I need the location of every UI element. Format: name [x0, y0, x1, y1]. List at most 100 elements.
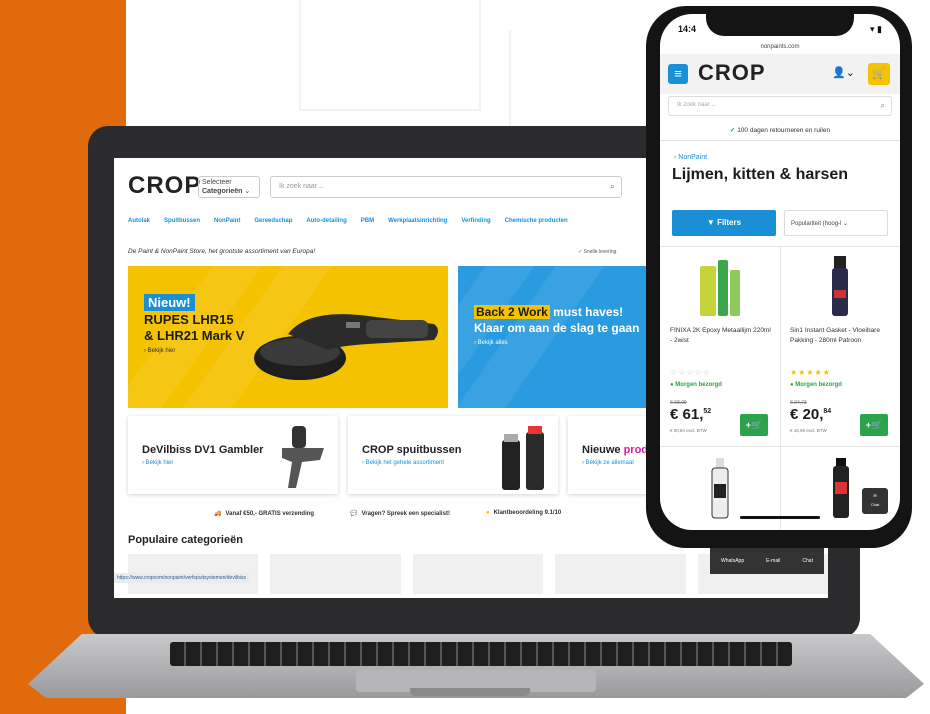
- price-excl: € 50,84 excl. BTW: [670, 428, 707, 433]
- price-int: € 20,: [790, 406, 824, 423]
- phone-screen: 14:4 ▾ ▮ nonpaints.com ≡ CROP 👤⌄ 🛒 Ik zo…: [660, 14, 900, 530]
- promo-card-devilbiss[interactable]: DeVilbiss DV1 Gambler › Bekijk hier: [128, 416, 338, 494]
- usp-top: ✓ Snelle levering: [578, 249, 617, 255]
- stock-text: Morgen bezorgd: [795, 382, 842, 388]
- chat-icon: ✉: [873, 493, 877, 498]
- usp-text: Vragen? Spreek een specialist!: [361, 511, 450, 517]
- filter-icon: ▼: [706, 218, 718, 227]
- product-image: [832, 256, 848, 316]
- rating-icon: ●: [485, 510, 490, 516]
- price-dec: 84: [823, 408, 832, 415]
- stock-status: ● Morgen bezorgd: [670, 382, 722, 388]
- product-card[interactable]: FINIXA 2K Epoxy Metaallijm 220ml - 2wist…: [660, 248, 780, 446]
- nav-item[interactable]: Auto-detailing: [306, 218, 346, 232]
- add-to-cart-button[interactable]: +🛒: [860, 414, 888, 436]
- sort-value: Populariteit (hoog-l: [791, 221, 842, 227]
- banner-title-line: & LHR21 Mark V: [144, 328, 245, 343]
- chat-button[interactable]: Chat: [802, 558, 813, 564]
- category-select-value: Categorieën: [202, 188, 243, 195]
- cart-icon[interactable]: 🛒: [868, 63, 890, 85]
- banner-highlight: Back 2 Work: [474, 305, 550, 319]
- banner-title-line: Klaar om aan de slag te gaan: [474, 321, 640, 335]
- stock-status: ● Morgen bezorgd: [790, 382, 842, 388]
- returns-usp: ✓ 100 dagen retourneren en ruilen: [660, 126, 900, 134]
- polisher-image: [254, 314, 438, 380]
- phone-notch: [706, 6, 854, 36]
- rating-stars: ★★★★★: [790, 368, 831, 377]
- product-image: [700, 260, 740, 316]
- site-logo[interactable]: CROP: [128, 172, 201, 200]
- popular-heading: Populaire categorieën: [128, 534, 243, 546]
- promo-card-link[interactable]: › Bekijk hier: [142, 460, 173, 466]
- promo-card-link[interactable]: › Bekijk het gehele assortiment: [362, 460, 444, 466]
- promo-card-title-a: Nieuwe: [582, 444, 624, 456]
- email-button[interactable]: E-mail: [766, 558, 780, 564]
- banner-title: Back 2 Work must haves! Klaar om aan de …: [474, 304, 639, 336]
- search-placeholder: Ik zoek naar ...: [677, 102, 717, 108]
- usp-item: 💬 Vragen? Spreek een specialist!: [350, 510, 450, 517]
- address-bar[interactable]: nonpaints.com: [660, 44, 900, 50]
- price-excl: € 16,98 excl. BTW: [790, 428, 827, 433]
- page-title: Lijmen, kitten & harsen: [672, 166, 849, 183]
- nav-item[interactable]: PBM: [361, 218, 374, 232]
- site-logo[interactable]: CROP: [698, 60, 766, 86]
- truck-icon: 🚚: [214, 511, 222, 517]
- spray-cans-image: [502, 426, 544, 490]
- nav-item[interactable]: NonPaint: [214, 218, 240, 232]
- usp-text: Klantbeoordeling 9.1/10: [493, 510, 562, 516]
- home-indicator: [740, 516, 820, 519]
- add-to-cart-button[interactable]: +🛒: [740, 414, 768, 436]
- rating-stars: ☆☆☆☆☆: [670, 368, 711, 377]
- product-name[interactable]: FINIXA 2K Epoxy Metaallijm 220ml - 2wist: [670, 326, 774, 346]
- category-tile[interactable]: [412, 554, 544, 594]
- whatsapp-button[interactable]: WhatsApp: [721, 558, 744, 564]
- category-select-caption: Selecteer: [202, 179, 232, 186]
- nav-item[interactable]: Verfinding: [461, 218, 490, 232]
- status-time: 14:4: [678, 24, 697, 34]
- battery-icon: ▾ ▮: [870, 24, 882, 34]
- category-select[interactable]: Selecteer Categorieën ⌄: [198, 176, 260, 198]
- price-int: € 61,: [670, 406, 704, 423]
- user-icon[interactable]: 👤⌄: [832, 66, 855, 79]
- product-card[interactable]: Sin1 Instant Gasket - Vloeibare Pakking …: [780, 248, 900, 446]
- mobile-header: ≡ CROP 👤⌄ 🛒: [660, 54, 900, 94]
- chat-icon: 💬: [350, 511, 358, 517]
- price: € 61,52: [670, 406, 711, 423]
- search-input[interactable]: Ik zoek naar ... ⌕: [270, 176, 622, 198]
- search-input[interactable]: Ik zoek naar ... ⌕: [668, 96, 892, 116]
- contact-bar: WhatsApp E-mail Chat: [710, 548, 824, 574]
- banner-link[interactable]: › Bekijk hier: [144, 348, 175, 354]
- chevron-down-icon: ⌄: [244, 188, 251, 195]
- search-icon[interactable]: ⌕: [881, 101, 885, 111]
- nav-item[interactable]: Autolak: [128, 218, 150, 232]
- nav-item[interactable]: Chemische producten: [505, 218, 568, 232]
- category-tile[interactable]: [270, 554, 401, 594]
- laptop-notch: [410, 688, 530, 696]
- banner-rupes[interactable]: Nieuw! RUPES LHR15 & LHR21 Mark V › Beki…: [128, 266, 448, 408]
- nav-item[interactable]: Spuitbussen: [164, 218, 200, 232]
- price: € 20,84: [790, 406, 831, 423]
- laptop-keyboard: [170, 642, 792, 666]
- banner-link[interactable]: › Bekijk alles: [474, 340, 508, 346]
- banner-title-line: must haves!: [549, 305, 624, 319]
- promo-card-link[interactable]: › Bekijk ze allemaal: [582, 460, 634, 466]
- sort-select[interactable]: Populariteit (hoog-l ⌄: [784, 210, 888, 236]
- stock-text: Morgen bezorgd: [675, 382, 722, 388]
- breadcrumb[interactable]: ‹ NonPaint: [674, 154, 707, 161]
- usp-text: Vanaf €50,- GRATIS verzending: [225, 511, 315, 517]
- chat-widget-button[interactable]: ✉ Chat: [862, 488, 888, 514]
- hamburger-icon[interactable]: ≡: [668, 64, 688, 84]
- promo-card-crop-spray[interactable]: CROP spuitbussen › Bekijk het gehele ass…: [348, 416, 558, 494]
- tagline: De Paint & NonPaint Store, het grootste …: [128, 248, 316, 255]
- product-name[interactable]: Sin1 Instant Gasket - Vloeibare Pakking …: [790, 326, 894, 346]
- nav-item[interactable]: Werkplaatsinrichting: [388, 218, 447, 232]
- filters-button[interactable]: ▼ Filters: [672, 210, 776, 236]
- search-icon[interactable]: ⌕: [610, 181, 615, 192]
- filters-label: Filters: [717, 218, 742, 227]
- category-tile[interactable]: [555, 554, 686, 594]
- promo-card-title: Nieuwe prod: [582, 444, 648, 456]
- banner-title: RUPES LHR15 & LHR21 Mark V: [144, 312, 244, 344]
- search-placeholder: Ik zoek naar ...: [279, 183, 325, 190]
- nav-item[interactable]: Gereedschap: [254, 218, 292, 232]
- banner-badge: Nieuw!: [144, 294, 195, 311]
